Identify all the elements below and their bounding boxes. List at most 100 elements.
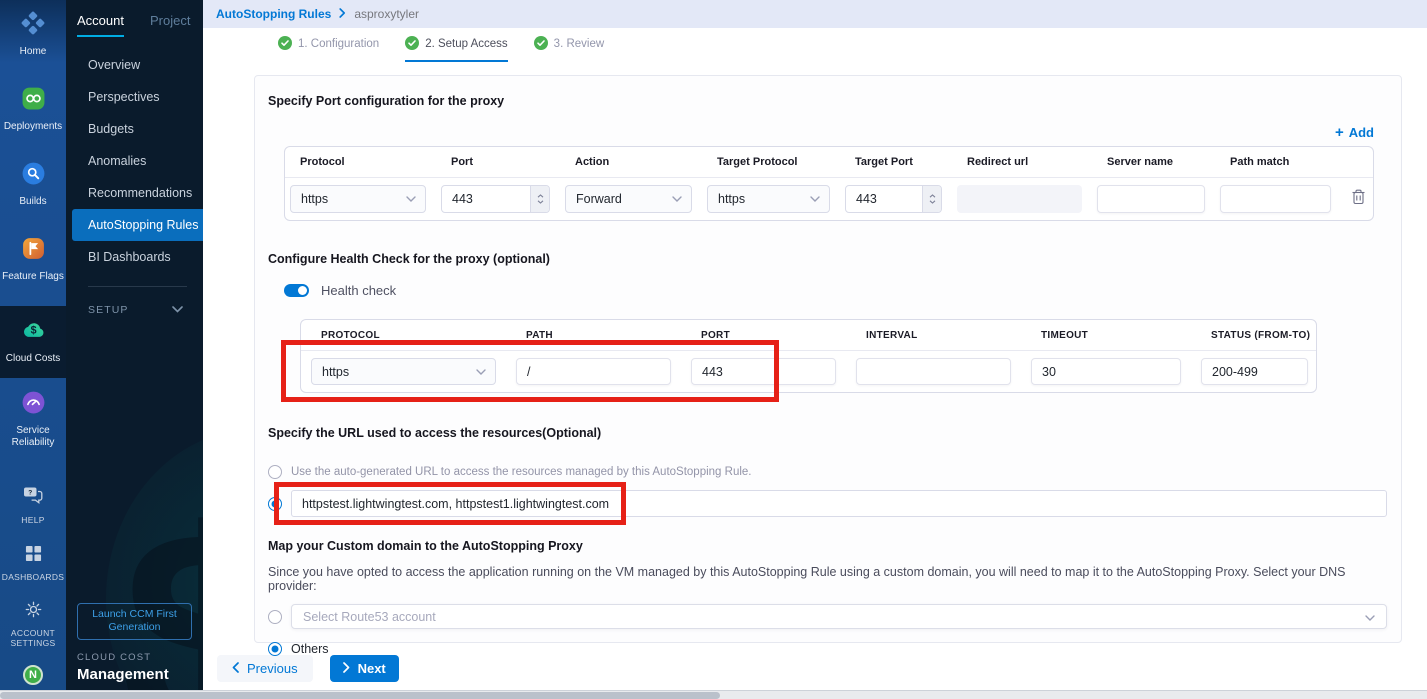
gear-icon — [25, 601, 42, 623]
launch-ccm-first-gen-button[interactable]: Launch CCM First Generation — [77, 603, 192, 640]
others-option-row: Others — [268, 642, 1387, 656]
previous-button[interactable]: Previous — [217, 655, 313, 682]
rail-item-builds[interactable]: Builds — [0, 161, 66, 209]
check-circle-icon — [405, 36, 419, 53]
custom-url-radio[interactable] — [268, 497, 282, 511]
auto-url-radio[interactable] — [268, 465, 282, 479]
rail-item-dashboards[interactable]: DASHBOARDS — [0, 545, 66, 583]
others-radio[interactable] — [268, 642, 282, 656]
rail-item-help[interactable]: ? HELP — [0, 486, 66, 526]
subnav-items: Overview Perspectives Budgets Anomalies … — [66, 49, 203, 273]
port-config-table: Protocol Port Action Target Protocol Tar… — [284, 146, 1374, 221]
health-check-toggle-row: Health check — [284, 283, 1387, 298]
svg-text:$: $ — [30, 325, 36, 337]
hc-interval-input[interactable] — [856, 358, 1011, 385]
rail-label: Service Reliability — [2, 425, 64, 450]
sidebar-item-recommendations[interactable]: Recommendations — [66, 177, 203, 209]
target-port-number-input[interactable] — [845, 185, 942, 213]
cloud-costs-icon: $ — [20, 316, 47, 348]
hc-port-input[interactable] — [691, 358, 836, 385]
scrollbar-thumb[interactable] — [0, 692, 720, 699]
hc-protocol-value: https — [322, 365, 349, 379]
auto-url-option-label: Use the auto-generated URL to access the… — [291, 466, 752, 478]
breadcrumb-parent-link[interactable]: AutoStopping Rules — [216, 7, 331, 21]
next-label: Next — [358, 661, 386, 676]
svg-text:?: ? — [28, 489, 32, 496]
add-port-row-button[interactable]: + Add — [284, 124, 1374, 141]
sidebar-item-autostopping-rules[interactable]: AutoStopping Rules — [72, 209, 203, 241]
rail-item-home[interactable]: Home — [0, 10, 66, 59]
tab-account[interactable]: Account — [77, 13, 124, 37]
chevron-left-icon — [232, 661, 239, 676]
step-label: 3. Review — [554, 38, 605, 50]
rail-item-account-settings[interactable]: ACCOUNT SETTINGS — [0, 601, 66, 649]
port-value-input[interactable] — [442, 186, 530, 212]
number-stepper[interactable] — [530, 186, 549, 212]
port-table-header: Protocol Port Action Target Protocol Tar… — [285, 147, 1373, 178]
server-name-input[interactable] — [1097, 185, 1205, 213]
rail-item-cloud-costs[interactable]: $ Cloud Costs — [0, 306, 66, 378]
step-setup-access[interactable]: 2. Setup Access — [405, 28, 507, 62]
main-content: AutoStopping Rules asproxytyler 1. Confi… — [203, 0, 1427, 699]
health-check-heading: Configure Health Check for the proxy (op… — [268, 252, 1387, 266]
route53-radio[interactable] — [268, 610, 282, 624]
health-check-toggle[interactable] — [284, 284, 309, 297]
sidebar-item-perspectives[interactable]: Perspectives — [66, 81, 203, 113]
port-config-heading: Specify Port configuration for the proxy — [268, 94, 1387, 108]
action-select[interactable]: Forward — [565, 185, 692, 213]
port-number-input[interactable] — [441, 185, 550, 213]
protocol-select[interactable]: https — [290, 185, 426, 213]
sidebar-item-bi-dashboards[interactable]: BI Dashboards — [66, 241, 203, 273]
step-label: 1. Configuration — [298, 38, 379, 50]
hc-status-input[interactable] — [1201, 358, 1308, 385]
sidebar-item-anomalies[interactable]: Anomalies — [66, 145, 203, 177]
chevron-down-icon — [1365, 610, 1375, 624]
col-redirect-url: Redirect url — [952, 156, 1092, 168]
horizontal-scrollbar[interactable] — [0, 690, 1427, 699]
next-button[interactable]: Next — [330, 655, 399, 682]
check-circle-icon — [534, 36, 548, 53]
rail-item-deployments[interactable]: Deployments — [0, 86, 66, 134]
rail-item-service-reliability[interactable]: Service Reliability — [0, 390, 66, 450]
step-review[interactable]: 3. Review — [534, 28, 605, 62]
hc-timeout-input[interactable] — [1031, 358, 1181, 385]
delete-row-button[interactable] — [1341, 189, 1375, 210]
health-table-row: https — [301, 351, 1316, 392]
sidebar-item-budgets[interactable]: Budgets — [66, 113, 203, 145]
scope-tabs: Account Project — [66, 0, 203, 37]
route53-select[interactable]: Select Route53 account — [291, 604, 1387, 629]
step-configuration[interactable]: 1. Configuration — [278, 28, 379, 62]
step-label: 2. Setup Access — [425, 38, 507, 50]
rail-label: Builds — [19, 196, 46, 209]
number-stepper[interactable] — [922, 186, 941, 212]
auto-url-option-row: Use the auto-generated URL to access the… — [268, 465, 1387, 479]
custom-url-option-row — [268, 490, 1387, 517]
col-target-port: Target Port — [840, 156, 952, 168]
col-port: Port — [436, 156, 560, 168]
sidebar-item-overview[interactable]: Overview — [66, 49, 203, 81]
hc-path-input[interactable] — [516, 358, 671, 385]
path-match-input[interactable] — [1220, 185, 1331, 213]
breadcrumb-chevron-icon — [339, 7, 346, 21]
wizard-footer: Previous Next — [217, 655, 1427, 682]
user-avatar[interactable]: N — [23, 665, 43, 685]
home-icon — [20, 10, 46, 41]
hc-protocol-select[interactable]: https — [311, 358, 496, 385]
breadcrumb-current: asproxytyler — [354, 7, 419, 21]
rail-label: Feature Flags — [2, 271, 64, 284]
custom-url-input[interactable] — [291, 490, 1387, 517]
target-port-value-input[interactable] — [846, 186, 922, 212]
setup-section-toggle[interactable]: SETUP — [88, 304, 183, 316]
target-protocol-select[interactable]: https — [707, 185, 830, 213]
check-circle-icon — [278, 36, 292, 53]
app-root: Home Deployments Builds Feature Flags $ … — [0, 0, 1427, 699]
trash-icon — [1351, 189, 1366, 210]
col-protocol: PROTOCOL — [301, 330, 506, 341]
setup-access-card: Specify Port configuration for the proxy… — [254, 75, 1402, 643]
target-protocol-value: https — [718, 192, 745, 206]
tab-project[interactable]: Project — [150, 13, 190, 37]
rail-label: DASHBOARDS — [2, 572, 65, 583]
col-status: STATUS (FROM-TO) — [1191, 330, 1318, 341]
rail-item-feature-flags[interactable]: Feature Flags — [0, 236, 66, 284]
feature-flags-icon — [21, 236, 46, 266]
